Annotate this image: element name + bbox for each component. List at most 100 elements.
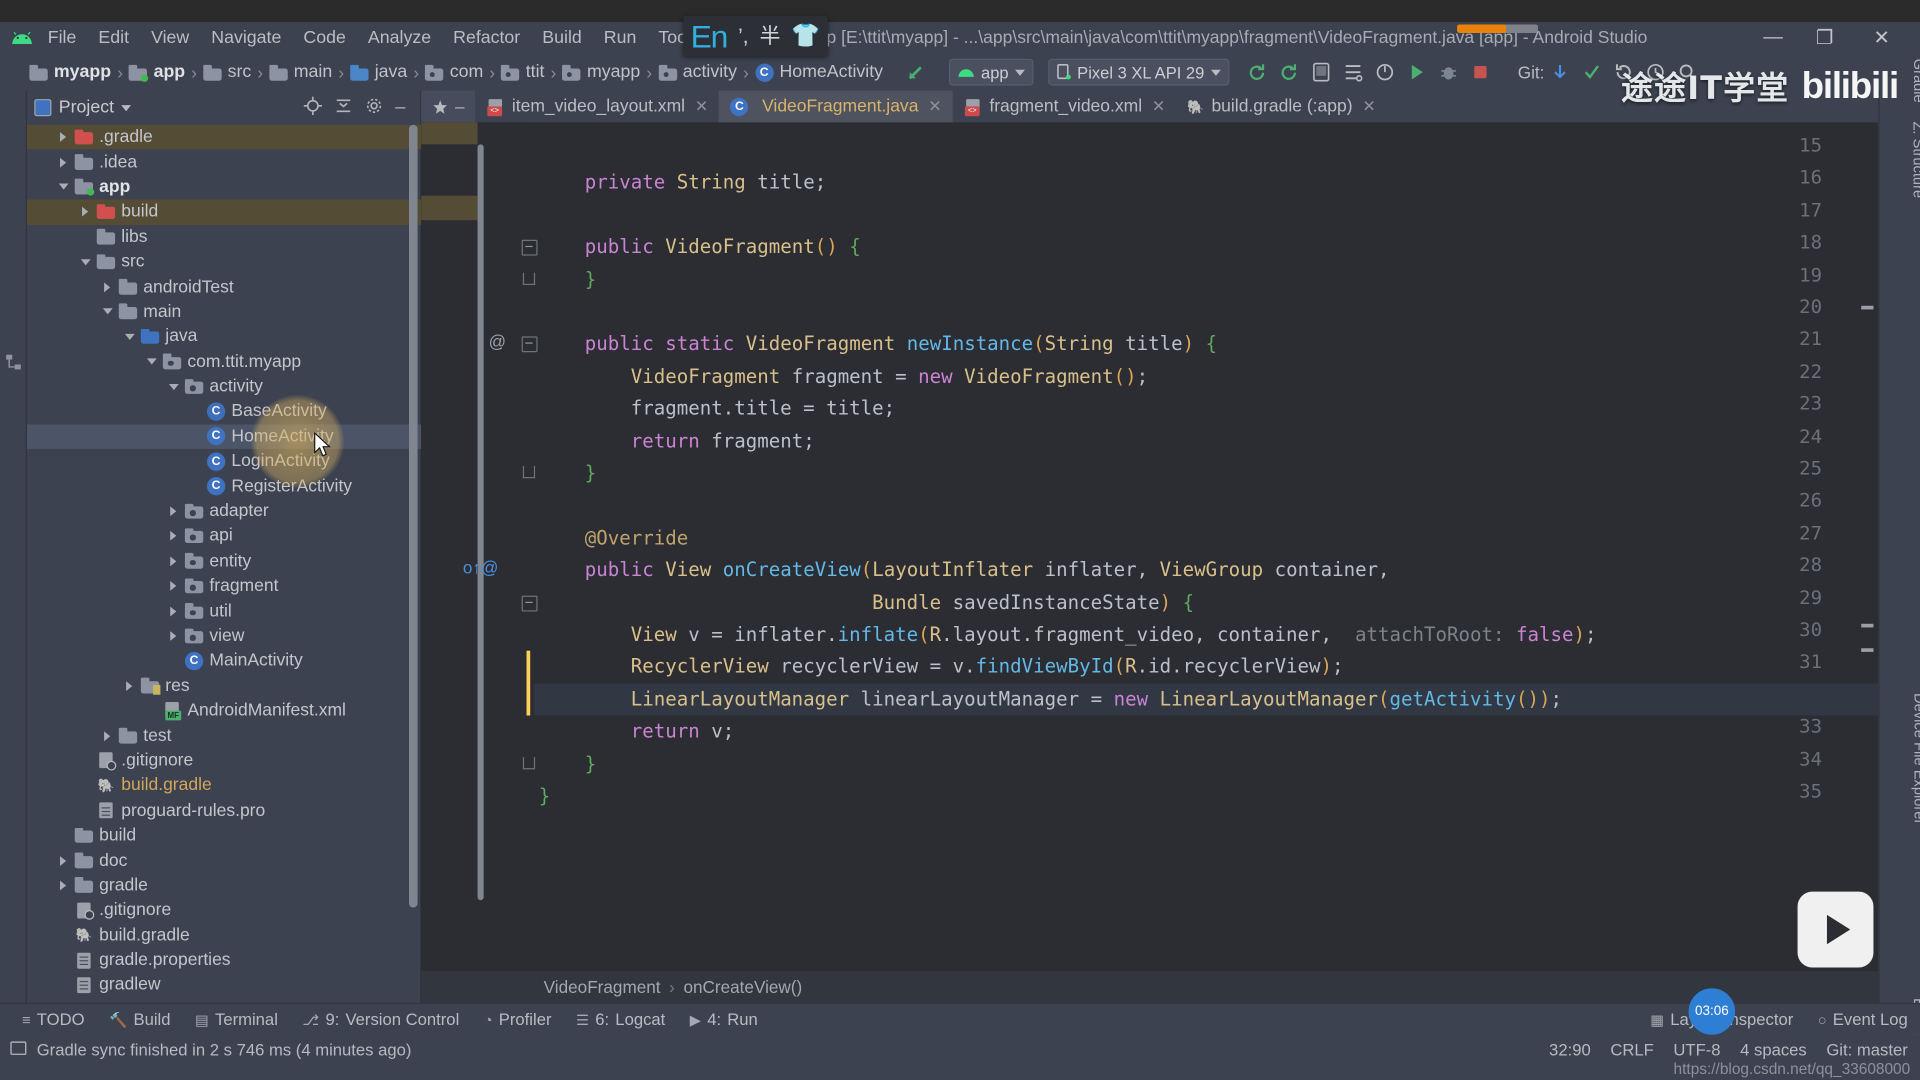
breadcrumb-item-app[interactable]: app [129,62,185,82]
menu-item-analyze[interactable]: Analyze [357,26,442,50]
code-line[interactable]: return v; [534,716,1878,748]
chevron-right-icon[interactable] [100,728,116,744]
chevron-down-icon[interactable] [78,254,94,270]
menu-item-edit[interactable]: Edit [87,26,140,50]
tree-item-proguard-rules-pro[interactable]: proguard-rules.pro [27,798,421,823]
caret-position[interactable]: 32:90 [1549,1041,1591,1059]
tree-item-build-gradle[interactable]: 🐘 build.gradle [27,923,421,948]
collapse-all-icon[interactable] [334,97,352,119]
tool-window-button-run[interactable]: ▶ 4: Run [678,1010,770,1028]
tool-window-button-todo[interactable]: ≡ TODO [10,1010,97,1028]
code-line[interactable] [534,135,1878,167]
code-line[interactable] [534,490,1878,522]
tool-window-button-build[interactable]: 🔨 Build [97,1010,183,1028]
project-tree[interactable]: .gradle .idea app build libs src androidTest ma… [26,124,422,1003]
git-branch[interactable]: Git: master [1826,1041,1907,1059]
tree-item-baseactivity[interactable]: C BaseActivity [27,399,421,424]
chevron-right-icon[interactable] [167,528,183,544]
editor-tab-build-gradle---app-[interactable]: 🐘 build.gradle (:app) ✕ [1176,91,1386,123]
code-line[interactable]: Bundle savedInstanceState) { [534,587,1878,619]
code-line[interactable]: return fragment; [534,425,1878,457]
tree-item-androidmanifest-xml[interactable]: MF AndroidManifest.xml [27,698,421,723]
chevron-right-icon[interactable] [122,678,138,694]
tool-window-button-version-control[interactable]: ⎇ 9: Version Control [290,1010,471,1028]
run-icon[interactable] [1400,57,1432,86]
tree-item--gitignore[interactable]: .gitignore [27,898,421,923]
code-line[interactable] [534,296,1878,328]
code-line[interactable]: private String title; [534,167,1878,199]
file-encoding[interactable]: UTF-8 [1673,1041,1720,1059]
code-line[interactable]: LinearLayoutManager linearLayoutManager … [533,683,1879,716]
tree-item-java[interactable]: java [27,324,421,349]
chevron-right-icon[interactable] [167,628,183,644]
breadcrumb-item-activity[interactable]: activity [658,62,737,82]
tree-item-view[interactable]: view [27,624,421,649]
tool-window-button-profiler[interactable]: ◔ Profiler [472,1010,564,1028]
sidebar-item-device-file-explorer[interactable]: Device File Explorer [1900,693,1920,824]
breadcrumb-item-src[interactable]: src [203,62,251,82]
update-project-icon[interactable] [1544,57,1576,86]
menu-item-run[interactable]: Run [593,26,648,50]
structure-stripe-icon[interactable] [5,353,22,376]
breadcrumb-item-myapp[interactable]: myapp [29,62,111,82]
run-configuration-selector[interactable]: app [949,58,1034,86]
close-tab-icon[interactable]: ✕ [928,97,941,117]
tree-item-build[interactable]: build [27,823,421,848]
tree-item-registeractivity[interactable]: C RegisterActivity [27,474,421,499]
sidebar-item-gradle[interactable]: Gradle [1900,59,1920,103]
tree-item-entity[interactable]: entity [27,549,421,574]
tree-item-api[interactable]: api [27,524,421,549]
video-play-overlay-icon[interactable] [1797,891,1874,968]
breadcrumb-method[interactable]: onCreateView() [683,977,802,997]
code-line[interactable]: } [534,780,1878,812]
tree-item-doc[interactable]: doc [27,848,421,873]
menu-item-view[interactable]: View [140,26,200,50]
code-line[interactable]: View v = inflater.inflate(R.layout.fragm… [534,619,1878,651]
tree-item-homeactivity[interactable]: C HomeActivity [26,424,422,449]
tree-item-res[interactable]: res [27,673,421,698]
tree-item-build[interactable]: build [26,199,422,225]
editor-tab-item-video-layout-xml[interactable]: <> item_video_layout.xml ✕ [475,91,719,123]
tree-item-app[interactable]: app [27,175,421,200]
chevron-right-icon[interactable] [56,877,72,893]
chevron-right-icon[interactable] [167,603,183,619]
editor-tab-videofragment-java[interactable]: C VideoFragment.java ✕ [719,90,953,123]
chevron-down-icon[interactable] [56,179,72,195]
chevron-down-icon[interactable] [144,354,160,370]
maximize-button[interactable]: ❐ [1816,22,1834,54]
settings-gear-icon[interactable] [364,97,382,119]
editor-tab-fragment-video-xml[interactable]: <> fragment_video.xml ✕ [953,91,1177,123]
close-tab-icon[interactable]: ✕ [1362,97,1375,117]
menu-item-refactor[interactable]: Refactor [442,26,531,50]
commit-icon[interactable] [1576,57,1608,86]
tree-item-activity[interactable]: activity [27,374,421,399]
chevron-right-icon[interactable] [56,853,72,869]
chevron-right-icon[interactable] [78,204,94,220]
gutter-annotation-marker[interactable]: o↑@ [463,558,499,578]
chevron-down-icon[interactable] [121,104,132,111]
close-tab-icon[interactable]: ✕ [1152,97,1165,117]
tree-item-gradle-properties[interactable]: gradle.properties [27,948,421,973]
breadcrumb-class[interactable]: VideoFragment [544,977,661,997]
sync-project-icon[interactable] [1241,57,1273,86]
tree-item--gradle[interactable]: .gradle [26,124,422,150]
code-line[interactable]: VideoFragment fragment = new VideoFragme… [534,361,1878,393]
chevron-right-icon[interactable] [100,279,116,295]
tree-item--idea[interactable]: .idea [27,150,421,175]
sidebar-item-structure[interactable]: Z: Structure [1900,121,1920,198]
code-editor[interactable]: 15161718192021@22232425262728o↑@29303132… [421,122,1879,1003]
stop-icon[interactable] [1464,57,1496,86]
chevron-right-icon[interactable] [167,553,183,569]
menu-item-code[interactable]: Code [292,26,356,50]
code-line[interactable]: } [534,748,1878,780]
tool-window-button-logcat[interactable]: ☰ 6: Logcat [564,1010,678,1028]
tree-item-com-ttit-myapp[interactable]: com.ttit.myapp [27,349,421,374]
code-line[interactable]: public View onCreateView(LayoutInflater … [534,554,1878,586]
gutter-annotation-marker[interactable]: @ [489,332,506,352]
tree-item-util[interactable]: util [27,599,421,624]
rerun-icon[interactable] [1273,57,1305,86]
code-line[interactable]: } [534,264,1878,296]
close-button[interactable]: ✕ [1873,22,1889,54]
tree-item-mainactivity[interactable]: C MainActivity [27,648,421,673]
code-line[interactable]: RecyclerView recyclerView = v.findViewBy… [534,651,1878,683]
